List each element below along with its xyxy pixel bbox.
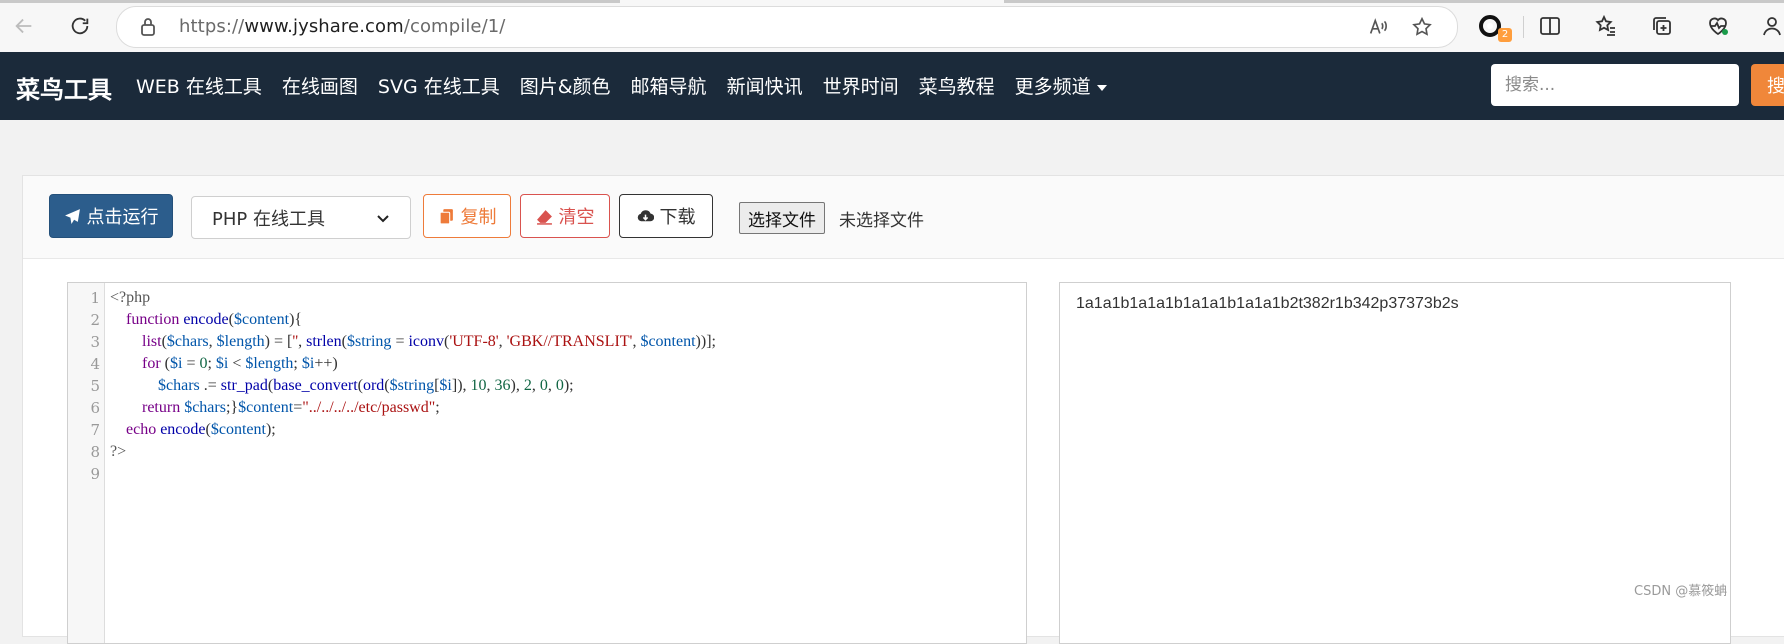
caret-down-icon (1096, 84, 1107, 91)
paper-plane-icon (64, 208, 80, 224)
reload-button[interactable] (64, 10, 96, 42)
code-editor[interactable]: 1 2 3 4 5 6 7 8 9 <?php function encode(… (67, 282, 1027, 644)
run-button[interactable]: 点击运行 (49, 194, 173, 238)
favorite-star-icon[interactable] (1411, 16, 1433, 38)
nav-link-mail-nav[interactable]: 邮箱导航 (631, 72, 707, 99)
language-select[interactable]: PHP 在线工具 (191, 196, 411, 239)
clear-button-label: 清空 (558, 207, 595, 228)
copy-button[interactable]: 复制 (423, 194, 511, 238)
tab-strip (1004, 0, 1784, 3)
nav-links: WEB 在线工具 在线画图 SVG 在线工具 图片&颜色 邮箱导航 新闻快讯 世… (136, 72, 1127, 99)
line-number-gutter: 1 2 3 4 5 6 7 8 9 (68, 283, 105, 643)
output-text: 1a1a1b1a1a1b1a1a1b1a1a1b2t382r1b342p3737… (1076, 295, 1459, 312)
site-navbar: 菜鸟工具 WEB 在线工具 在线画图 SVG 在线工具 图片&颜色 邮箱导航 新… (0, 52, 1784, 120)
arrow-left-icon (15, 18, 32, 34)
line-number: 5 (90, 377, 100, 395)
line-number: 7 (90, 421, 100, 439)
nav-link-more-channels[interactable]: 更多频道 (1015, 72, 1107, 99)
toolbar-divider (1523, 16, 1524, 38)
browser-toolbar: https://www.jyshare.com/compile/1/ 2 (0, 0, 1784, 53)
read-aloud-icon[interactable] (1367, 16, 1389, 38)
copy-button-label: 复制 (460, 207, 497, 228)
code-line: list($chars, $length) = ['', strlen($str… (142, 333, 716, 350)
extension-badge: 2 (1498, 28, 1512, 42)
line-number: 3 (90, 333, 100, 351)
watermark: CSDN @慕筱蚺 (1634, 584, 1728, 599)
code-line: function encode($content){ (126, 311, 303, 328)
copy-icon (439, 208, 453, 224)
code-line: ?> (110, 443, 127, 460)
run-button-label: 点击运行 (86, 207, 159, 228)
tab-strip (0, 0, 620, 3)
chevron-down-icon (377, 214, 389, 222)
profile-icon[interactable] (1760, 14, 1784, 38)
compiler-toolbar: 点击运行 PHP 在线工具 复制 清空 下载 选择文件 未选择文件 (23, 176, 1784, 259)
more-channels-label: 更多频道 (1014, 76, 1091, 98)
code-line: $chars .= str_pad(base_convert(ord($stri… (158, 377, 574, 394)
site-logo[interactable]: 菜鸟工具 (16, 70, 112, 105)
nav-link-world-time[interactable]: 世界时间 (823, 72, 899, 99)
address-bar[interactable]: https://www.jyshare.com/compile/1/ (116, 6, 1458, 48)
nav-link-news[interactable]: 新闻快讯 (727, 72, 803, 99)
line-number: 1 (90, 289, 100, 307)
code-line: echo encode($content); (126, 421, 276, 438)
code-line: for ($i = 0; $i < $length; $i++) (142, 355, 338, 372)
code-line: return $chars;}$content="../../../../etc… (142, 399, 440, 416)
line-number: 6 (90, 399, 100, 417)
nav-link-tutorial[interactable]: 菜鸟教程 (919, 72, 995, 99)
clear-button[interactable]: 清空 (520, 194, 610, 238)
download-button-label: 下载 (659, 207, 696, 228)
language-select-value: PHP 在线工具 (212, 208, 325, 230)
download-button[interactable]: 下载 (619, 194, 713, 238)
back-button[interactable] (8, 10, 40, 42)
nav-link-image-color[interactable]: 图片&颜色 (520, 72, 611, 99)
code-line: <?php (110, 289, 151, 306)
line-number: 8 (90, 443, 100, 461)
cloud-download-icon (637, 209, 654, 221)
reload-icon (71, 17, 89, 35)
choose-file-button[interactable]: 选择文件 (739, 202, 825, 234)
lock-icon (141, 18, 155, 36)
split-screen-icon[interactable] (1538, 14, 1562, 38)
file-status: 未选择文件 (839, 211, 924, 231)
favorites-icon[interactable] (1594, 14, 1618, 38)
collections-icon[interactable] (1650, 14, 1674, 38)
search-button[interactable]: 搜 (1751, 64, 1784, 106)
browser-essentials-icon[interactable] (1706, 14, 1730, 38)
compiler-panel: 点击运行 PHP 在线工具 复制 清空 下载 选择文件 未选择文件 1 2 3 … (22, 175, 1784, 644)
nav-link-web-tools[interactable]: WEB 在线工具 (136, 72, 262, 99)
search-input[interactable] (1491, 64, 1739, 106)
eraser-icon (536, 209, 552, 225)
nav-link-svg-tools[interactable]: SVG 在线工具 (378, 72, 500, 99)
line-number: 2 (90, 311, 100, 329)
line-number: 9 (90, 465, 100, 483)
nav-link-drawing[interactable]: 在线画图 (282, 72, 358, 99)
line-number: 4 (90, 355, 100, 373)
output-panel[interactable]: 1a1a1b1a1a1b1a1a1b1a1a1b2t382r1b342p3737… (1059, 282, 1731, 644)
url-text: https://www.jyshare.com/compile/1/ (179, 16, 506, 37)
